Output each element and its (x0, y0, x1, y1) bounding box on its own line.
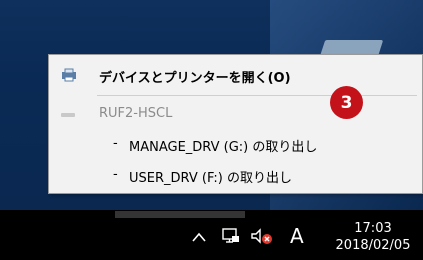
step-number-badge: 3 (330, 86, 363, 119)
menu-device-header: RUF2-HSCL (49, 105, 422, 123)
menu-item-label: MANAGE_DRV (G:) の取り出し (129, 140, 318, 155)
clock-time: 17:03 (354, 221, 392, 236)
taskbar-clock[interactable]: 17:03 2018/02/05 (328, 220, 418, 254)
taskbar-button[interactable] (115, 211, 245, 218)
network-icon[interactable] (222, 228, 240, 244)
menu-separator (97, 95, 417, 96)
clock-date: 2018/02/05 (335, 238, 411, 253)
printer-icon (61, 68, 77, 82)
menu-item-label: USER_DRV (F:) の取り出し (129, 171, 292, 186)
menu-item-bullet: - (113, 136, 118, 151)
eject-context-menu: デバイスとプリンターを開く(O) RUF2-HSCL - MANAGE_DRV … (48, 54, 423, 194)
ime-indicator[interactable]: A (290, 224, 304, 248)
volume-muted-icon[interactable] (250, 228, 274, 244)
menu-item-eject-user-drv[interactable]: - USER_DRV (F:) の取り出し (49, 165, 422, 186)
device-name: RUF2-HSCL (99, 106, 173, 121)
menu-item-label: デバイスとプリンターを開く(O) (99, 71, 291, 86)
menu-item-bullet: - (113, 167, 118, 182)
menu-item-open-devices-printers[interactable]: デバイスとプリンターを開く(O) (49, 65, 422, 86)
usb-drive-icon (61, 113, 75, 117)
menu-item-eject-manage-drv[interactable]: - MANAGE_DRV (G:) の取り出し (49, 134, 422, 155)
chevron-up-icon[interactable] (191, 228, 207, 247)
